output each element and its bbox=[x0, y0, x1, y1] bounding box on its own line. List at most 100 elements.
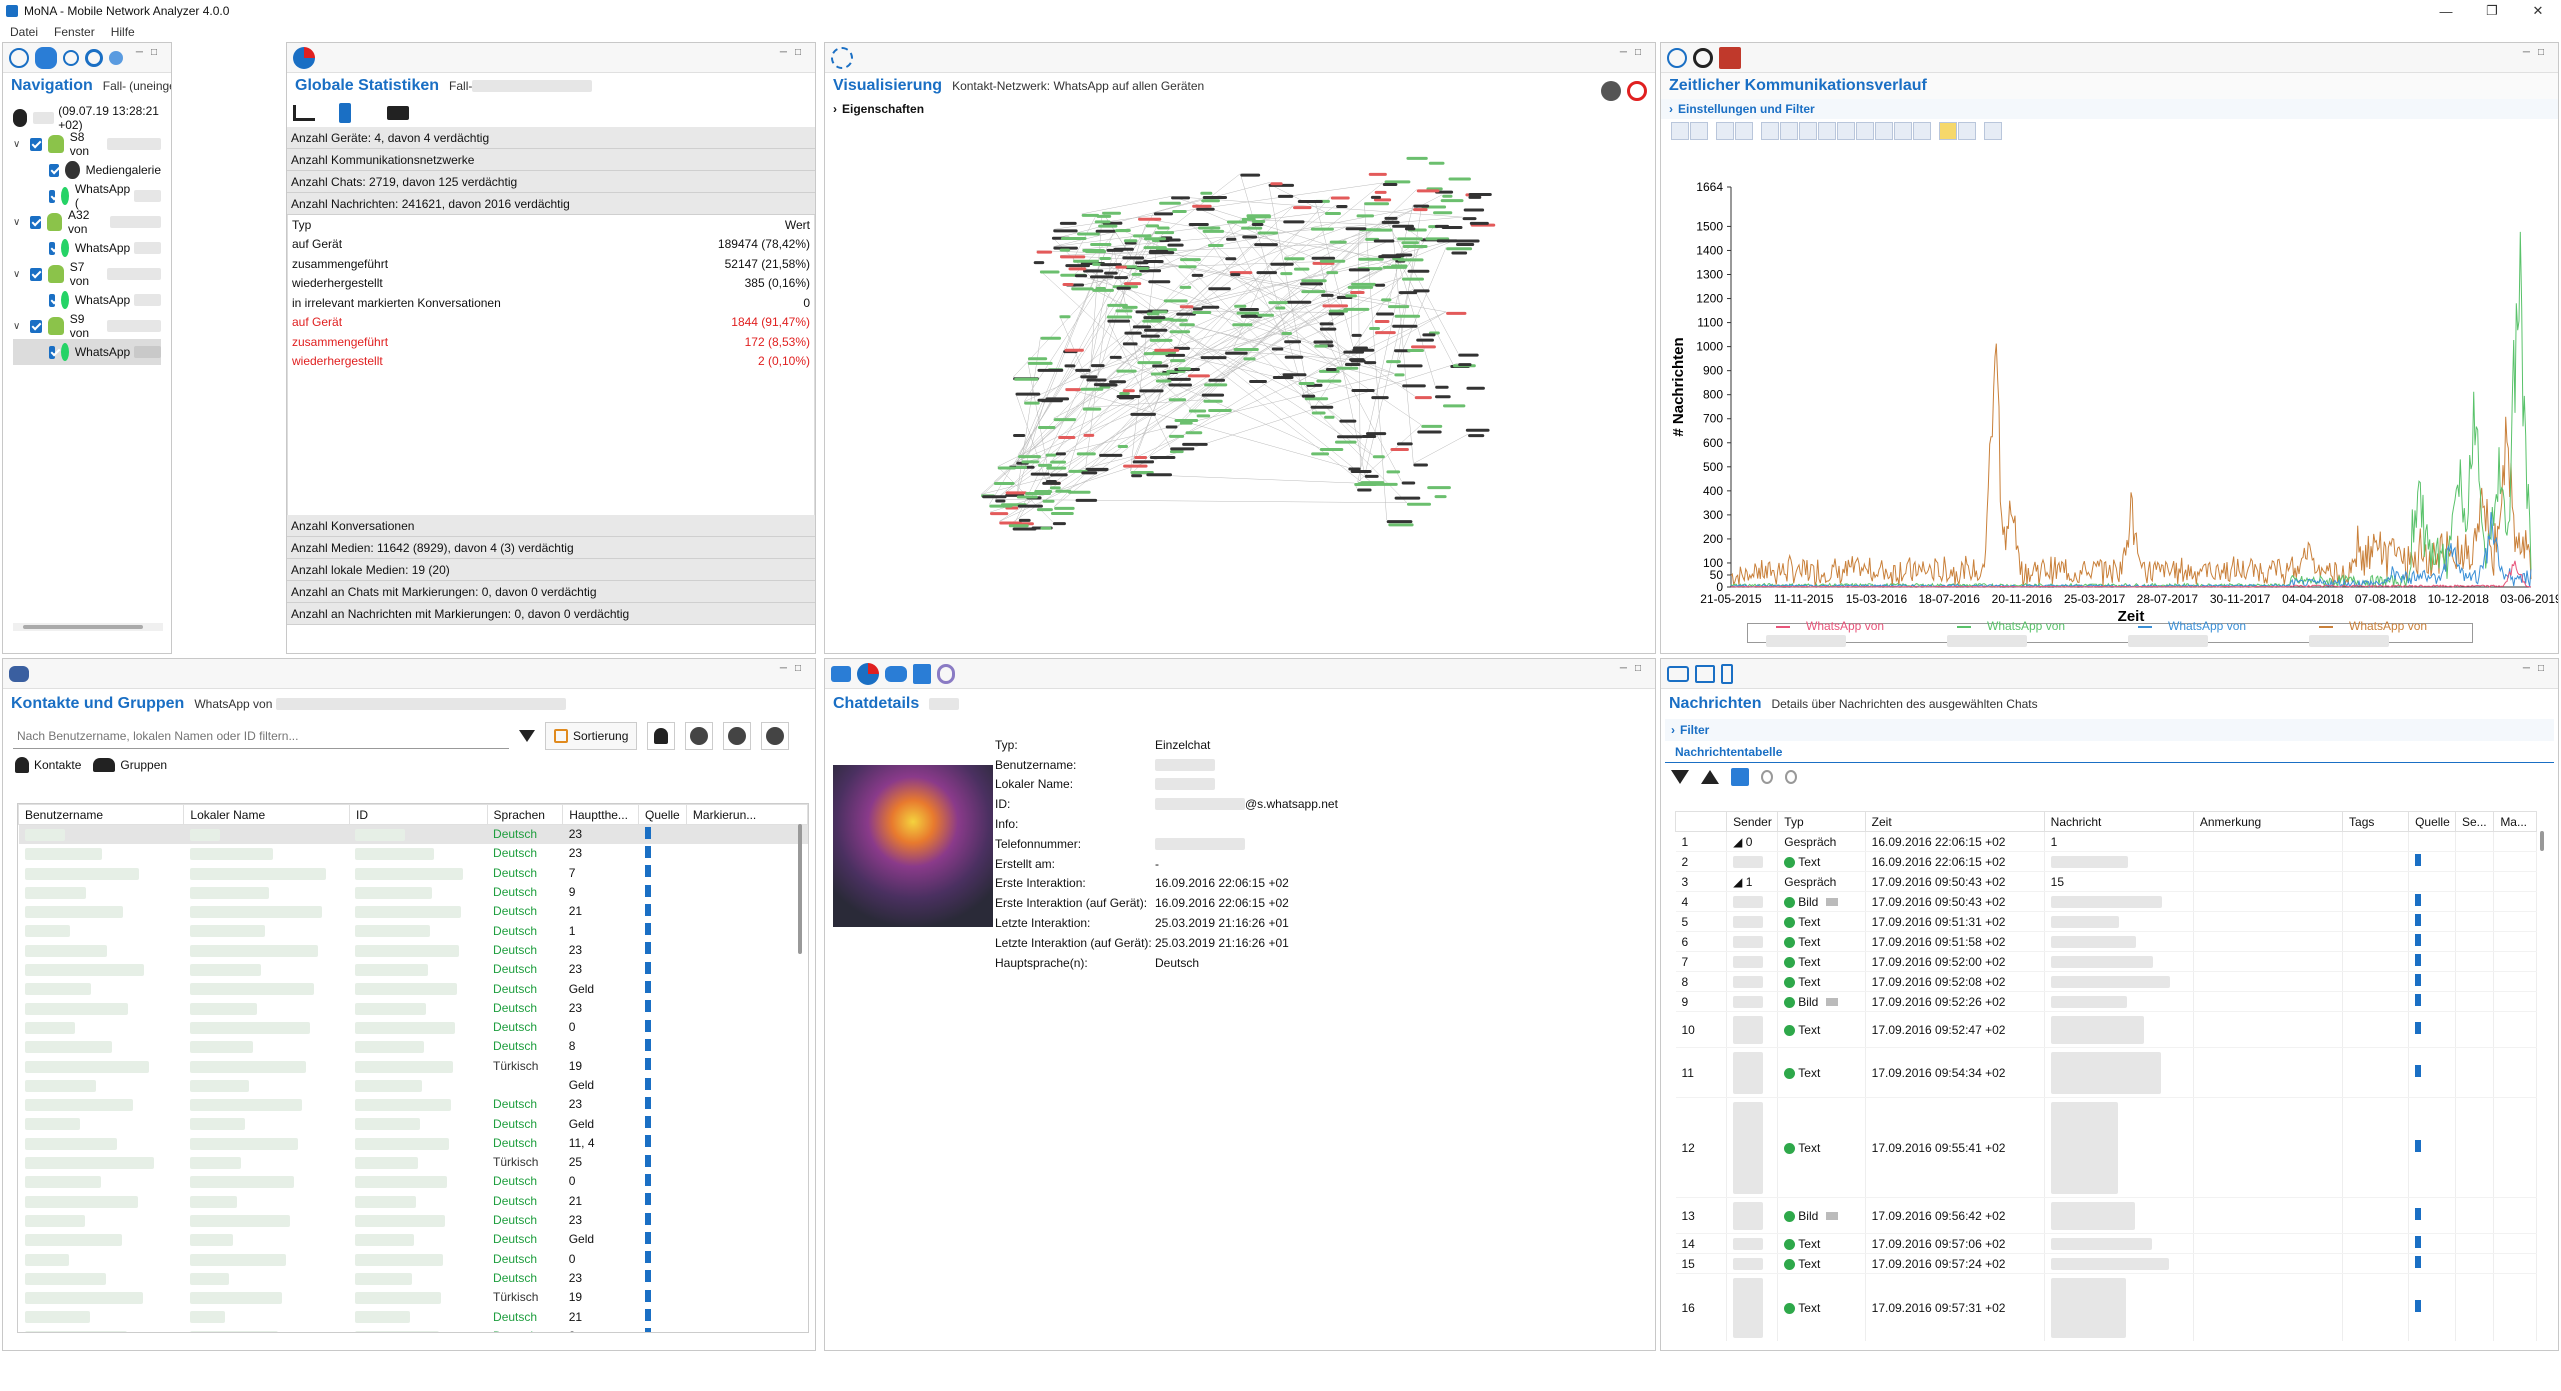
phone-icon[interactable] bbox=[1721, 663, 1733, 684]
network-node[interactable] bbox=[1390, 448, 1409, 452]
network-node[interactable] bbox=[1301, 290, 1326, 294]
network-node[interactable] bbox=[1037, 426, 1056, 430]
network-node[interactable] bbox=[1468, 434, 1485, 438]
network-node[interactable] bbox=[1052, 522, 1066, 526]
table-row[interactable]: Deutsch 9 bbox=[19, 882, 808, 901]
table-row[interactable]: Deutsch 0 bbox=[19, 1249, 808, 1268]
network-node[interactable] bbox=[1040, 336, 1062, 340]
stat-networks[interactable]: Anzahl Kommunikationsnetzwerke bbox=[287, 149, 815, 171]
network-node[interactable] bbox=[1038, 463, 1053, 467]
network-node[interactable] bbox=[1397, 237, 1423, 241]
settings-red-icon[interactable] bbox=[1627, 81, 1647, 101]
network-node[interactable] bbox=[1074, 274, 1088, 278]
network-node[interactable] bbox=[1157, 226, 1170, 230]
network-node[interactable] bbox=[1086, 378, 1107, 382]
network-node[interactable] bbox=[1143, 260, 1164, 264]
tab-contacts[interactable]: Kontakte bbox=[15, 757, 81, 773]
network-node[interactable] bbox=[1407, 269, 1430, 273]
network-node[interactable] bbox=[1407, 348, 1425, 352]
table-row[interactable]: 14 Text 17.09.2016 09:57:06 +02 bbox=[1675, 1233, 2537, 1254]
network-node[interactable] bbox=[1402, 384, 1426, 388]
network-node[interactable] bbox=[1191, 273, 1204, 277]
network-node[interactable] bbox=[1107, 303, 1128, 307]
network-node[interactable] bbox=[1416, 189, 1440, 193]
network-node[interactable] bbox=[1075, 498, 1098, 502]
network-node[interactable] bbox=[1208, 378, 1226, 382]
chart-tool-button[interactable] bbox=[1690, 122, 1708, 140]
network-node[interactable] bbox=[1014, 377, 1039, 381]
people-icon[interactable] bbox=[1601, 81, 1621, 101]
chart-tool-button[interactable] bbox=[1958, 122, 1976, 140]
table-row[interactable]: 2 Text 16.09.2016 22:06:15 +02 bbox=[1675, 851, 2537, 872]
chart-tool-button[interactable] bbox=[1735, 122, 1753, 140]
network-node[interactable] bbox=[1170, 447, 1195, 451]
network-node[interactable] bbox=[1169, 318, 1188, 322]
network-node[interactable] bbox=[1284, 340, 1302, 344]
contacts-search-input[interactable] bbox=[13, 723, 509, 749]
network-node[interactable] bbox=[1083, 433, 1095, 437]
navigation-title[interactable]: Navigation bbox=[11, 77, 93, 95]
network-node[interactable] bbox=[982, 495, 1007, 499]
network-node[interactable] bbox=[1042, 499, 1055, 503]
network-node[interactable] bbox=[1271, 347, 1284, 351]
sort-button[interactable]: Sortierung bbox=[545, 722, 638, 750]
network-node[interactable] bbox=[1301, 279, 1327, 283]
network-node[interactable] bbox=[1192, 310, 1212, 314]
column-header[interactable]: Lokaler Name bbox=[183, 804, 350, 825]
network-node[interactable] bbox=[1073, 259, 1099, 263]
network-node[interactable] bbox=[1005, 491, 1027, 495]
table-row[interactable]: 7 Text 17.09.2016 09:52:00 +02 bbox=[1675, 951, 2537, 972]
network-node[interactable] bbox=[1015, 465, 1028, 469]
filter-toggle[interactable]: › Filter bbox=[1665, 719, 2554, 741]
chart-tool-button[interactable] bbox=[1761, 122, 1779, 140]
network-node[interactable] bbox=[1462, 217, 1477, 221]
network-node[interactable] bbox=[1313, 340, 1333, 344]
table-row[interactable]: Deutsch Geld bbox=[19, 1230, 808, 1249]
network-node[interactable] bbox=[1142, 319, 1162, 323]
network-node[interactable] bbox=[993, 481, 1015, 485]
network-node[interactable] bbox=[1270, 182, 1283, 186]
tree-app-whatsapp[interactable]: WhatsApp bbox=[13, 235, 161, 261]
network-node[interactable] bbox=[1115, 309, 1133, 313]
checkbox[interactable] bbox=[49, 345, 55, 359]
tree-app-mediengalerie[interactable]: Mediengalerie bbox=[13, 157, 161, 183]
stat-chats[interactable]: Anzahl Chats: 2719, davon 125 verdächtig bbox=[287, 171, 815, 193]
network-node[interactable] bbox=[1016, 495, 1038, 499]
table-row[interactable]: Deutsch Geld bbox=[19, 979, 808, 998]
network-node[interactable] bbox=[1364, 474, 1379, 478]
table-row[interactable]: 9 Bild 17.09.2016 09:52:26 +02 bbox=[1675, 991, 2537, 1012]
bar-chart-icon[interactable] bbox=[293, 105, 315, 121]
network-node[interactable] bbox=[1021, 460, 1040, 464]
tree-device-s8[interactable]: ∨ S8 von bbox=[13, 130, 161, 158]
network-node[interactable] bbox=[1134, 456, 1148, 460]
table-row[interactable]: 5 Text 17.09.2016 09:51:31 +02 bbox=[1675, 911, 2537, 932]
network-node[interactable] bbox=[1251, 219, 1266, 223]
network-node[interactable] bbox=[1384, 180, 1411, 184]
network-node[interactable] bbox=[1132, 460, 1155, 464]
chevron-down-icon[interactable]: ∨ bbox=[13, 269, 22, 280]
cloud-icon[interactable] bbox=[35, 46, 57, 69]
network-node[interactable] bbox=[1201, 305, 1220, 309]
network-node[interactable] bbox=[1179, 285, 1192, 289]
network-node[interactable] bbox=[1324, 415, 1335, 419]
checkbox[interactable] bbox=[49, 189, 55, 203]
network-node[interactable] bbox=[1109, 380, 1127, 384]
network-node[interactable] bbox=[1039, 270, 1060, 274]
stat-messages[interactable]: Anzahl Nachrichten: 241621, davon 2016 v… bbox=[287, 193, 815, 215]
table-row[interactable]: 1 ◢ 0 Gespräch 16.09.2016 22:06:15 +02 1 bbox=[1675, 831, 2537, 852]
chart-tool-button[interactable] bbox=[1894, 122, 1912, 140]
tab-groups[interactable]: Gruppen bbox=[93, 758, 167, 772]
table-row[interactable]: 10 Text 17.09.2016 09:52:47 +02 bbox=[1675, 1011, 2537, 1048]
network-node[interactable] bbox=[1146, 473, 1172, 477]
network-node[interactable] bbox=[1145, 224, 1160, 228]
network-node[interactable] bbox=[1053, 229, 1078, 233]
network-node[interactable] bbox=[1116, 369, 1137, 373]
tree-device-s7[interactable]: ∨ S7 von bbox=[13, 260, 161, 288]
network-node[interactable] bbox=[1137, 361, 1163, 365]
network-node[interactable] bbox=[1015, 392, 1041, 396]
network-node[interactable] bbox=[1068, 267, 1087, 271]
network-node[interactable] bbox=[1404, 227, 1416, 231]
network-node[interactable] bbox=[1082, 407, 1102, 411]
network-node[interactable] bbox=[1357, 488, 1372, 492]
chat-bubbles-icon[interactable] bbox=[1667, 665, 1689, 682]
